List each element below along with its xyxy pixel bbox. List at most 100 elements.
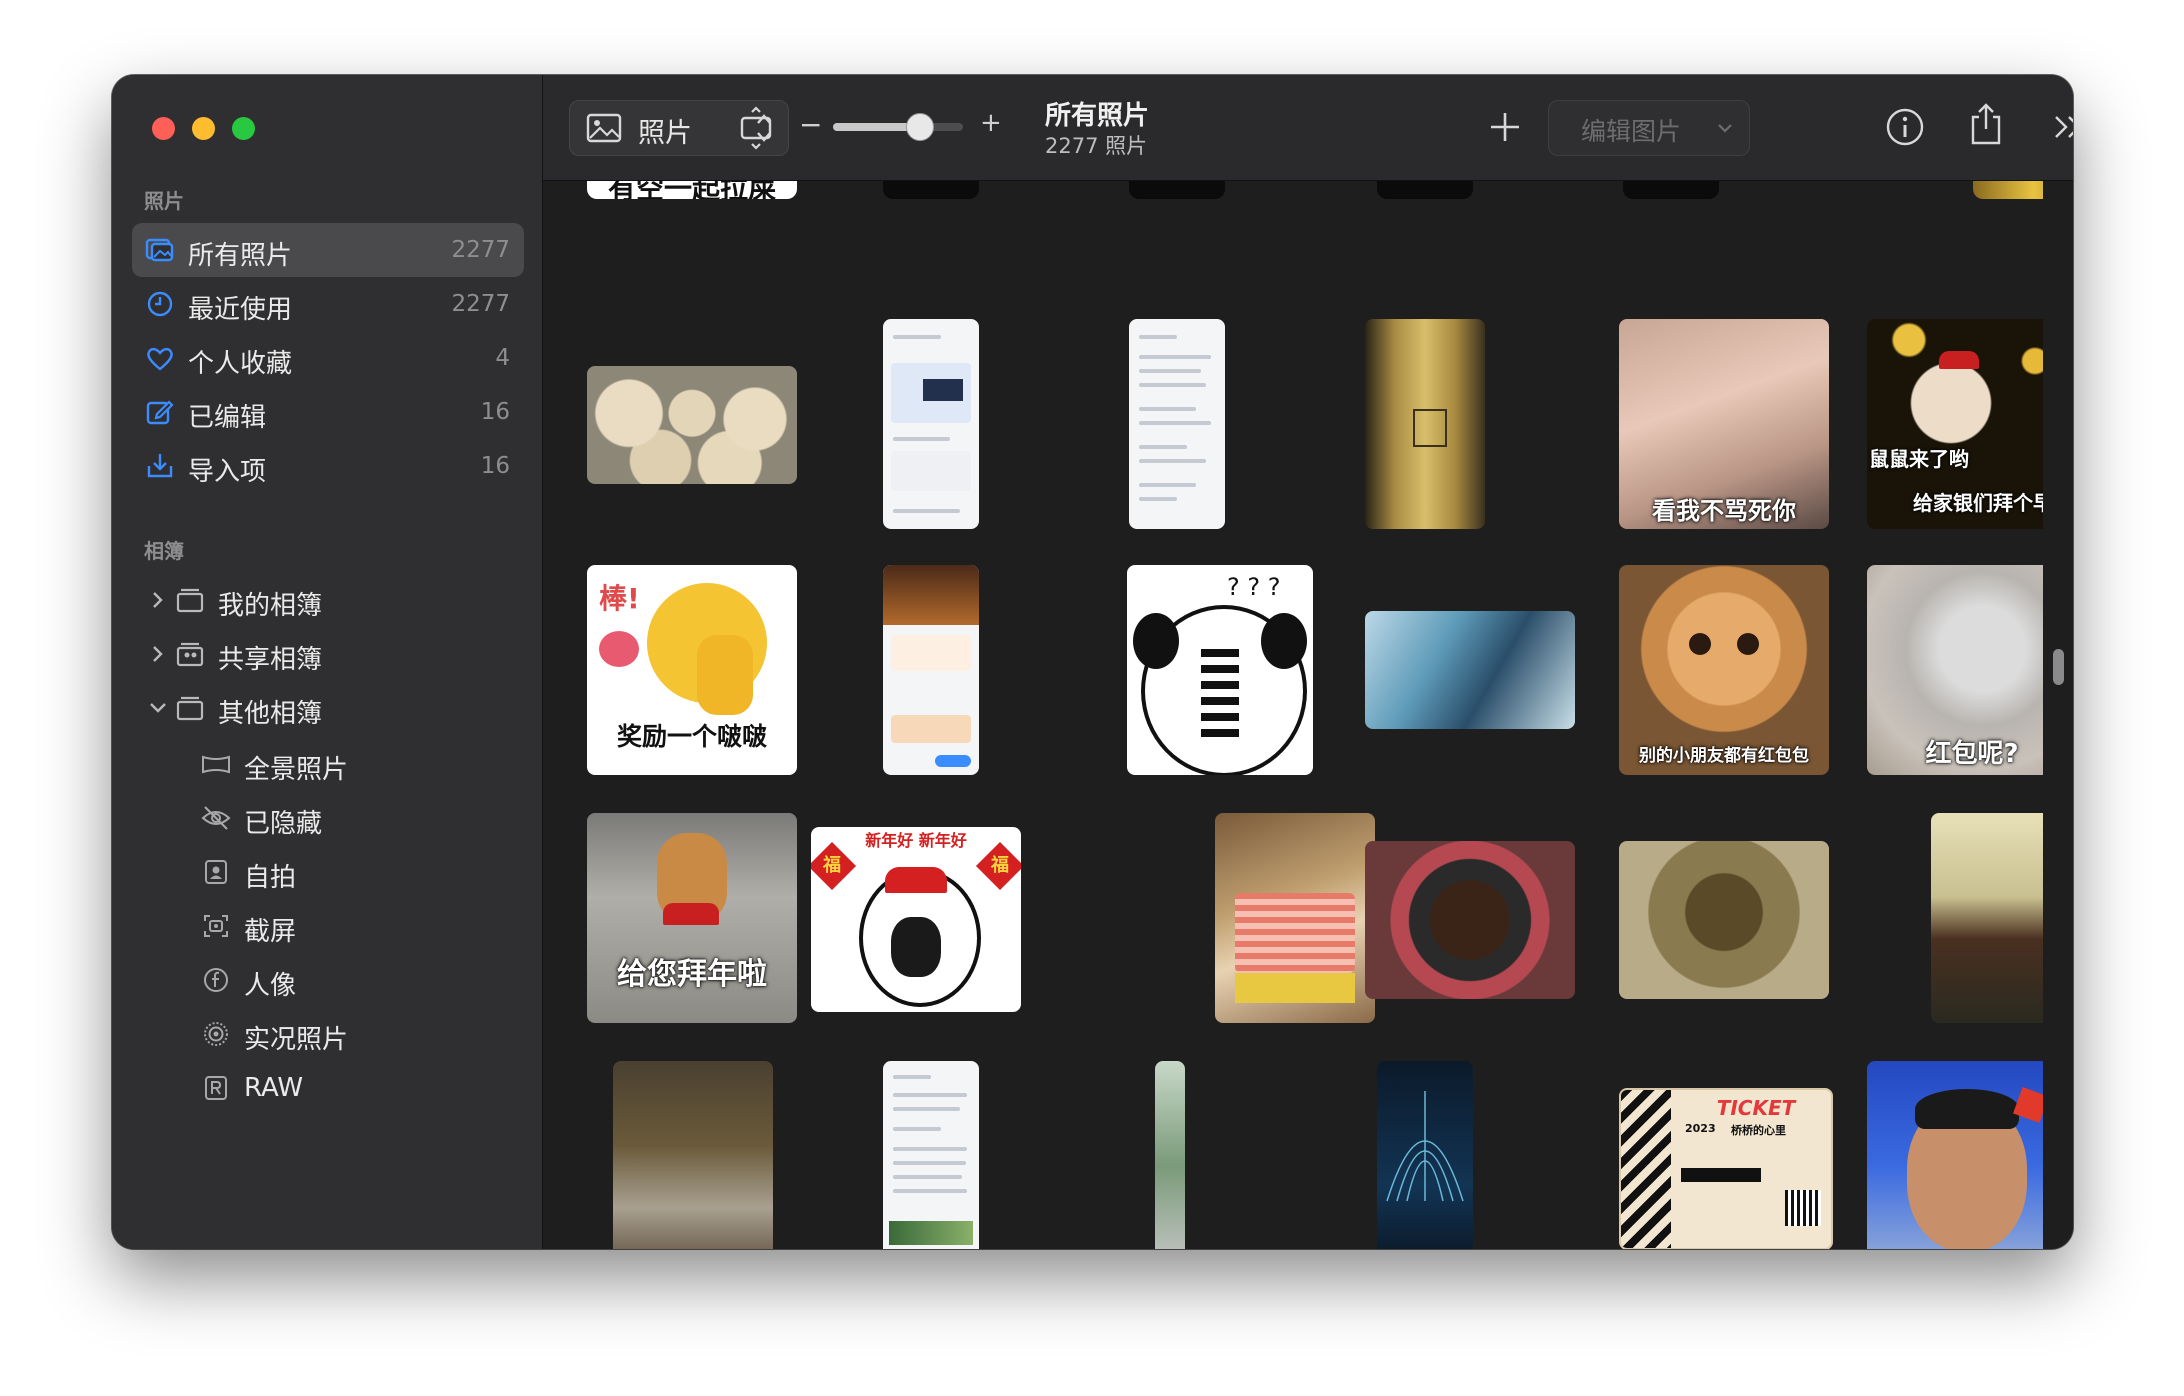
photo-thumbnail[interactable]: [1365, 611, 1575, 729]
sidebar-item-label: 已编辑: [188, 403, 267, 433]
sidebar-item-count: 4: [495, 345, 510, 371]
album-icon: [176, 588, 204, 613]
photo-thumbnail[interactable]: [1129, 319, 1225, 529]
sidebar-item-shared-albums[interactable]: 共享相簿: [132, 627, 524, 681]
photo-thumbnail[interactable]: [1867, 1061, 2043, 1249]
sidebar-item-selfies[interactable]: 自拍: [132, 845, 524, 899]
sidebar-item-label: 所有照片: [188, 241, 293, 271]
sidebar: 照片 所有照片 2277 最近使用 2277 个人收藏 4 已编辑 16 导入项…: [112, 75, 543, 1249]
edit-square-icon: [146, 400, 174, 425]
photo-thumbnail[interactable]: [1129, 181, 1225, 199]
chevron-right-icon[interactable]: [144, 586, 172, 614]
sidebar-item-panoramas[interactable]: 全景照片: [132, 737, 524, 791]
close-window-button[interactable]: [152, 117, 175, 140]
photo-thumbnail[interactable]: [1931, 813, 2043, 1023]
photo-thumbnail[interactable]: 红包呢?: [1867, 565, 2043, 775]
photo-thumbnail[interactable]: [1215, 813, 1375, 1023]
photo-count-subtitle: 2277 照片: [1045, 134, 1148, 158]
chevron-down-icon: [1718, 124, 1732, 133]
photo-stack-icon: [145, 238, 174, 262]
scrollbar-thumb[interactable]: [2053, 649, 2064, 685]
tile-caption: 奖励一个啵啵: [616, 722, 767, 751]
photo-thumbnail[interactable]: 看我不骂死你: [1619, 319, 1829, 529]
zoom-in-button[interactable]: +: [980, 108, 1002, 138]
photo-thumbnail[interactable]: 有空一起拉屎: [587, 181, 797, 199]
photo-thumbnail[interactable]: [1155, 1061, 1185, 1249]
photo-thumbnail[interactable]: [1973, 181, 2043, 199]
sidebar-item-label: 截屏: [244, 917, 297, 947]
edit-button[interactable]: 编辑图片: [1548, 100, 1750, 156]
photo-thumbnail[interactable]: [613, 1061, 773, 1249]
sidebar-item-recent[interactable]: 最近使用 2277: [132, 277, 524, 331]
chevron-right-icon[interactable]: [144, 640, 172, 668]
plus-icon[interactable]: [1487, 109, 1523, 145]
sidebar-item-edited[interactable]: 已编辑 16: [132, 385, 524, 439]
sidebar-item-raw[interactable]: RAW: [132, 1061, 524, 1115]
photo-thumbnail[interactable]: [587, 366, 797, 484]
sidebar-item-my-albums[interactable]: 我的相簿: [132, 573, 524, 627]
photo-grid: 有空一起拉屎 看我不骂死你 鼠鼠来了哟 给家银们拜个 棒! 奖励一个啵啵 ? ?…: [543, 181, 2043, 1249]
tile-caption: 有空一起拉屎: [607, 181, 776, 199]
import-tray-icon: [147, 454, 173, 478]
zoom-slider[interactable]: [833, 113, 963, 141]
photo-thumbnail[interactable]: [883, 1061, 979, 1249]
toolbar: 照片 − + 所有照片 2277 照片 编辑图片: [543, 75, 2073, 181]
sidebar-item-label: 最近使用: [188, 295, 293, 325]
sidebar-item-label: 共享相簿: [218, 645, 323, 675]
photo-thumbnail[interactable]: [1619, 841, 1829, 999]
chevron-down-icon[interactable]: [144, 694, 172, 722]
photo-thumbnail[interactable]: [1365, 319, 1485, 529]
sidebar-item-other-albums[interactable]: 其他相簿: [132, 681, 524, 735]
zoom-slider-knob[interactable]: [905, 113, 934, 141]
tile-caption: 别的小朋友都有红包包: [1639, 746, 1809, 766]
edit-button-label: 编辑图片: [1581, 117, 1682, 146]
sidebar-item-imports[interactable]: 导入项 16: [132, 439, 524, 493]
more-chevrons-icon[interactable]: [2051, 111, 2073, 143]
photos-window: 照片 所有照片 2277 最近使用 2277 个人收藏 4 已编辑 16 导入项…: [112, 75, 2073, 1249]
photo-thumbnail[interactable]: TICKET 2023 桥桥的心里: [1619, 1088, 1833, 1249]
photo-thumbnail[interactable]: ? ? ?: [1127, 565, 1313, 775]
sidebar-item-label: 其他相簿: [218, 699, 323, 729]
tile-caption: 红包呢?: [1925, 739, 2019, 769]
sidebar-item-screenshots[interactable]: 截屏: [132, 899, 524, 953]
photo-thumbnail[interactable]: [1377, 181, 1473, 199]
window-title: 所有照片: [1045, 101, 1150, 131]
tile-caption: 桥桥的心里: [1731, 1124, 1786, 1137]
clock-icon: [147, 291, 173, 317]
photo-thumbnail[interactable]: 棒! 奖励一个啵啵: [587, 565, 797, 775]
heart-icon: [147, 347, 173, 371]
zoom-out-button[interactable]: −: [799, 108, 822, 141]
sidebar-item-label: 全景照片: [244, 755, 349, 785]
eye-slash-icon: [201, 806, 231, 830]
sidebar-item-live-photos[interactable]: 实况照片: [132, 1007, 524, 1061]
photo-thumbnail[interactable]: 新年好 新年好 福 福: [811, 827, 1021, 1012]
zoom-window-button[interactable]: [232, 117, 255, 140]
photo-thumbnail[interactable]: 鼠鼠来了哟 给家银们拜个早年: [1867, 319, 2043, 529]
library-label: 照片: [638, 118, 692, 149]
photo-thumbnail[interactable]: 别的小朋友都有红包包: [1619, 565, 1829, 775]
sidebar-item-all-photos[interactable]: 所有照片 2277: [132, 223, 524, 277]
sidebar-section-albums: 相簿: [144, 539, 184, 563]
sidebar-item-favorites[interactable]: 个人收藏 4: [132, 331, 524, 385]
photo-thumbnail[interactable]: [883, 565, 979, 775]
photo-thumbnail[interactable]: [883, 319, 979, 529]
sidebar-item-hidden[interactable]: 已隐藏: [132, 791, 524, 845]
rotate-crop-icon[interactable]: [736, 106, 776, 150]
sidebar-item-label: 自拍: [244, 863, 297, 893]
sidebar-item-label: 我的相簿: [218, 591, 323, 621]
sidebar-item-portraits[interactable]: 人像: [132, 953, 524, 1007]
minimize-window-button[interactable]: [192, 117, 215, 140]
photo-thumbnail[interactable]: [1365, 841, 1575, 999]
photo-thumbnail[interactable]: [1623, 181, 1719, 199]
raw-icon: [205, 1076, 227, 1100]
tile-caption: 给家银们拜个早年: [1913, 491, 2043, 515]
info-icon[interactable]: [1885, 107, 1925, 147]
photo-thumbnail[interactable]: [883, 181, 979, 199]
share-icon[interactable]: [1968, 101, 2004, 147]
photo-thumbnail[interactable]: 给您拜年啦: [587, 813, 797, 1023]
vertical-scrollbar[interactable]: [2043, 181, 2073, 1249]
screenshot-icon: [204, 915, 228, 937]
photo-thumbnail[interactable]: [1377, 1061, 1473, 1249]
sidebar-item-label: 导入项: [188, 457, 267, 487]
tile-caption: 新年好 新年好: [865, 831, 967, 850]
